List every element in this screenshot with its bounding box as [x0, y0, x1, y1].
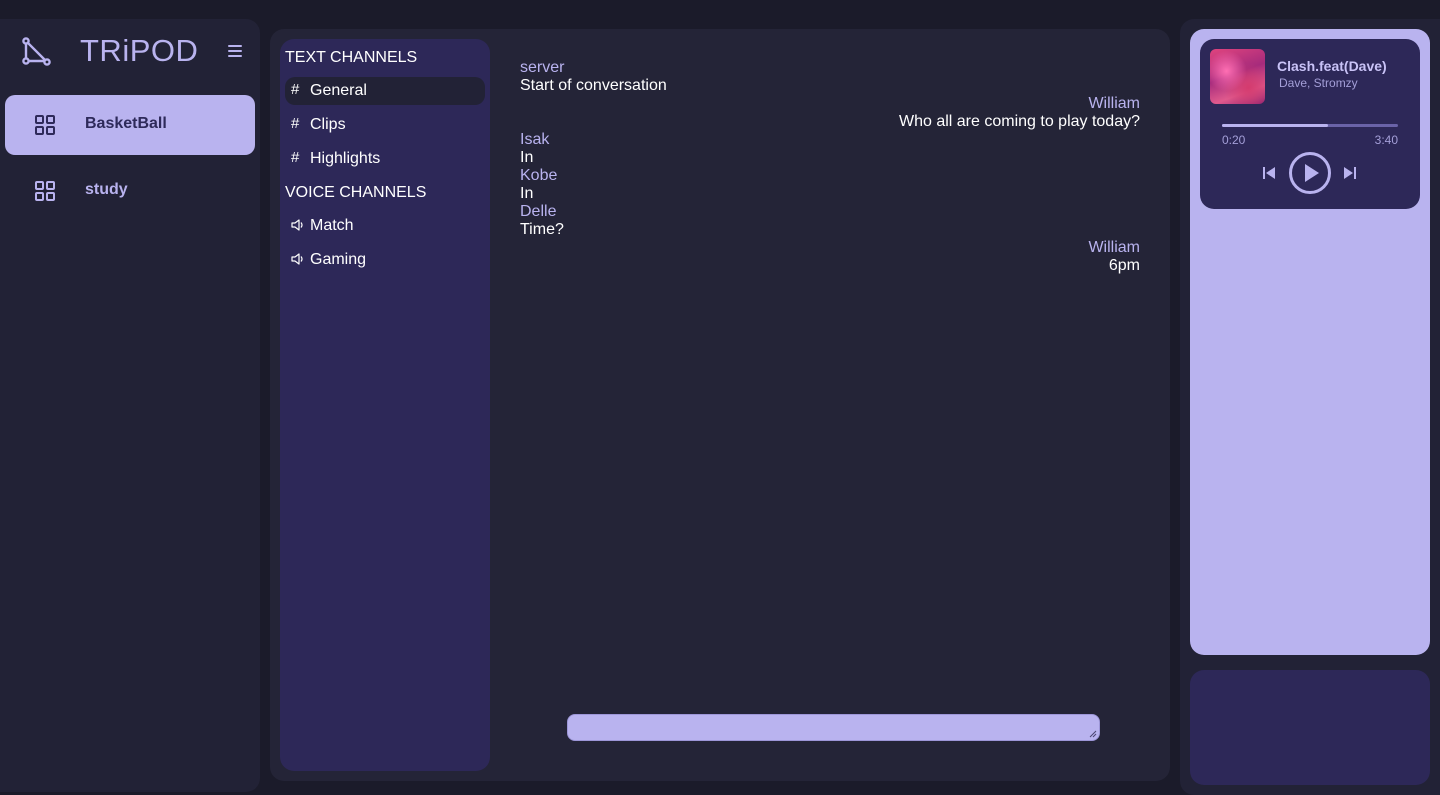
channel-label: Clips — [310, 116, 346, 133]
server-item-basketball[interactable]: BasketBall — [5, 95, 255, 155]
music-player: Clash.feat(Dave) Dave, Stromzy 0:20 3:40 — [1200, 39, 1420, 209]
hash-icon: # — [291, 149, 300, 166]
message-author: William — [1088, 239, 1140, 256]
hash-icon: # — [291, 115, 300, 132]
message: Delle Time? — [520, 203, 1140, 239]
message-author: Kobe — [520, 167, 558, 184]
song-title: Clash.feat(Dave) — [1277, 58, 1387, 74]
message-text: Time? — [520, 221, 564, 238]
logo-row: TRiPOD — [0, 19, 260, 83]
voice-channels-header: VOICE CHANNELS — [285, 184, 427, 201]
bottom-panel — [1190, 670, 1430, 785]
music-card: Clash.feat(Dave) Dave, Stromzy 0:20 3:40 — [1190, 29, 1430, 655]
message-author: Isak — [520, 131, 550, 148]
message-text: Who all are coming to play today? — [898, 113, 1140, 130]
message-text: Start of conversation — [520, 77, 667, 94]
message-input[interactable] — [567, 714, 1100, 741]
skip-next-icon[interactable] — [1343, 166, 1357, 180]
server-item-study[interactable]: study — [5, 161, 255, 221]
message: Kobe In — [520, 167, 1140, 203]
message: William 6pm — [520, 239, 1140, 275]
channel-item-highlights[interactable]: # Highlights — [285, 145, 485, 173]
resize-grip-icon[interactable] — [1089, 730, 1097, 738]
tripod-logo-icon — [22, 37, 51, 66]
channel-item-gaming[interactable]: Gaming — [285, 246, 485, 274]
message-author: William — [1088, 95, 1140, 112]
message-author: server — [520, 59, 565, 76]
progress-bar[interactable] — [1222, 124, 1398, 127]
hamburger-menu-icon[interactable] — [226, 43, 244, 59]
text-channels-header: TEXT CHANNELS — [285, 49, 418, 66]
main-panel: TEXT CHANNELS # General # Clips # Highli… — [270, 29, 1170, 781]
message-text: In — [520, 149, 534, 166]
channel-item-match[interactable]: Match — [285, 212, 485, 240]
message: server Start of conversation — [520, 59, 1140, 95]
hash-icon: # — [291, 81, 300, 98]
server-label: BasketBall — [85, 115, 167, 132]
server-label: study — [85, 181, 128, 198]
duration-time: 3:40 — [1374, 133, 1398, 147]
grid-icon — [35, 115, 55, 135]
channel-list: TEXT CHANNELS # General # Clips # Highli… — [280, 39, 490, 771]
channel-label: Match — [310, 217, 354, 234]
song-artist: Dave, Stromzy — [1279, 76, 1358, 90]
channel-item-general[interactable]: # General — [285, 77, 485, 105]
right-panel: Clash.feat(Dave) Dave, Stromzy 0:20 3:40 — [1180, 19, 1440, 795]
speaker-icon — [291, 219, 303, 231]
message-text: In — [520, 185, 534, 202]
message: William Who all are coming to play today… — [520, 95, 1140, 131]
message: Isak In — [520, 131, 1140, 167]
progress-fill — [1222, 124, 1328, 127]
message-author: Delle — [520, 203, 557, 220]
album-art — [1210, 49, 1265, 104]
channel-item-clips[interactable]: # Clips — [285, 111, 485, 139]
channel-label: Highlights — [310, 150, 381, 167]
elapsed-time: 0:20 — [1222, 133, 1246, 147]
message-list: server Start of conversation William Who… — [520, 59, 1140, 319]
channel-label: Gaming — [310, 251, 367, 268]
play-icon[interactable] — [1288, 151, 1332, 195]
skip-previous-icon[interactable] — [1262, 166, 1276, 180]
app-title: TRiPOD — [80, 33, 199, 68]
message-text: 6pm — [1108, 257, 1140, 274]
server-sidebar: TRiPOD BasketBall study — [0, 19, 260, 792]
grid-icon — [35, 181, 55, 201]
speaker-icon — [291, 253, 303, 265]
channel-label: General — [310, 82, 367, 99]
